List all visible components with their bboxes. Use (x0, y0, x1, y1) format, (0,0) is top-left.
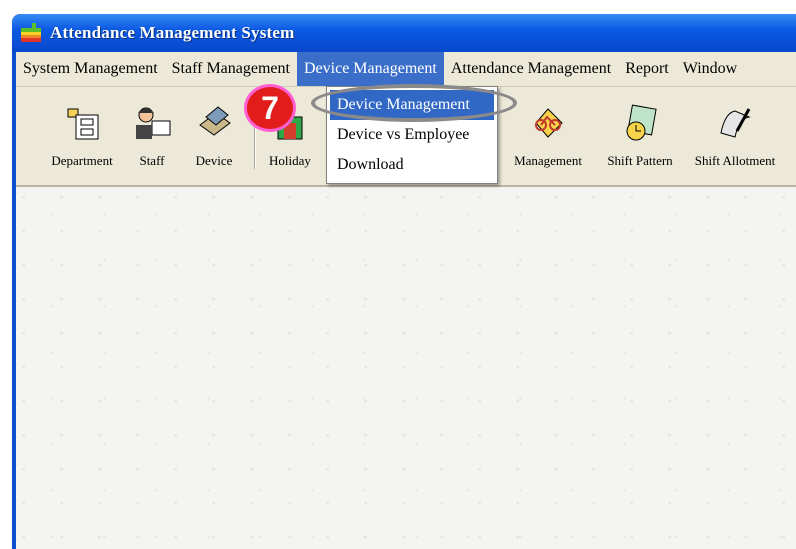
menu-window[interactable]: Window (676, 52, 744, 86)
dropdown-item-device-vs-employee[interactable]: Device vs Employee (327, 120, 497, 150)
main-workspace (16, 187, 796, 549)
menu-report[interactable]: Report (618, 52, 676, 86)
toolbar-shift-allotment-button[interactable]: Shift Allotment (686, 93, 784, 173)
highlight-ring (311, 84, 517, 122)
toolbar-label: Device (195, 153, 233, 168)
toolbar-label: Staff (139, 153, 165, 168)
bicycle-icon (535, 108, 563, 138)
menu-attendance-management[interactable]: Attendance Management (444, 52, 618, 86)
toolbar-department-button[interactable]: Department (42, 93, 122, 173)
shift-allotment-icon (720, 108, 751, 138)
step-number-badge: 7 (244, 84, 296, 132)
device-icon (199, 106, 231, 136)
menu-bar: System Management Staff Management Devic… (16, 52, 796, 87)
staff-icon (136, 107, 171, 139)
menu-system-management[interactable]: System Management (16, 52, 165, 86)
toolbar-label: Department (51, 153, 113, 168)
menu-staff-management[interactable]: Staff Management (165, 52, 297, 86)
apple-app-icon (21, 23, 41, 42)
toolbar-label: Shift Allotment (694, 153, 776, 168)
toolbar-label: Management (514, 153, 582, 168)
department-icon (67, 108, 99, 140)
toolbar-staff-button[interactable]: Staff (128, 93, 176, 173)
window-title: Attendance Management System (50, 23, 295, 42)
title-bar[interactable]: Attendance Management System (12, 14, 796, 52)
toolbar-shift-pattern-button[interactable]: Shift Pattern (598, 93, 682, 173)
menu-device-management[interactable]: Device Management (296, 52, 444, 86)
toolbar-device-button[interactable]: Device (184, 93, 244, 173)
shift-pattern-icon (626, 104, 657, 141)
toolbar-label: Shift Pattern (607, 153, 673, 168)
dropdown-item-download[interactable]: Download (327, 150, 497, 180)
toolbar-label: Holiday (269, 153, 311, 168)
